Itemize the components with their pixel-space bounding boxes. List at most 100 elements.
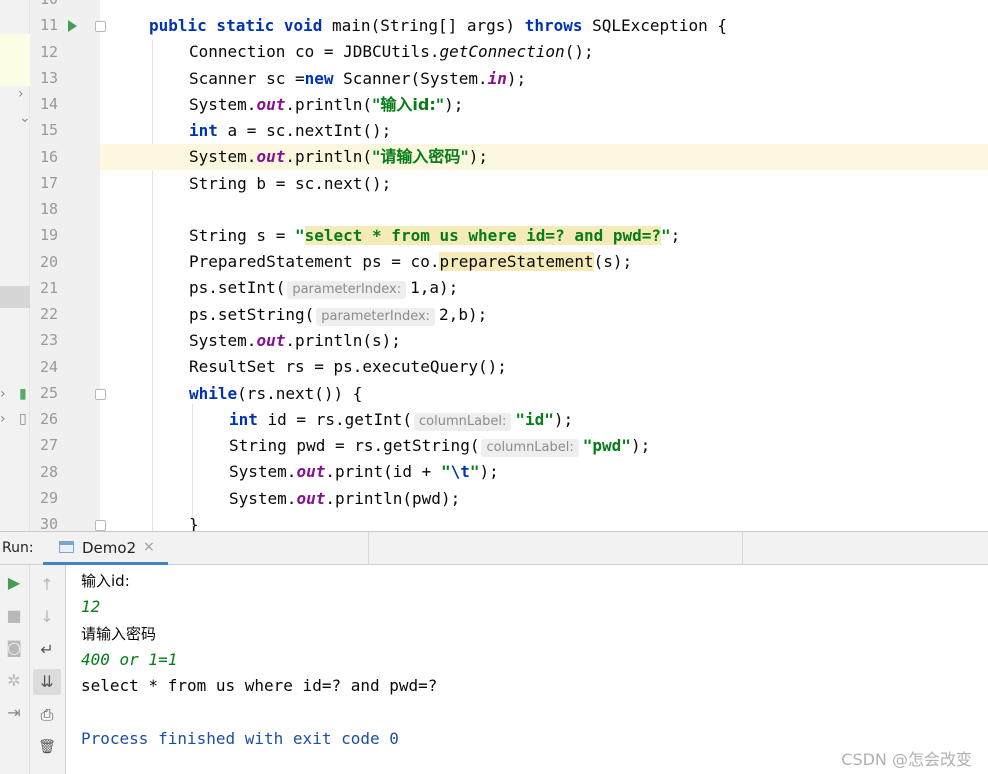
gutter-row[interactable]: 19 [30,223,100,249]
line-number: 13 [39,68,58,87]
gutter-row[interactable]: 27 [30,433,100,459]
line-number: 30 [39,515,58,531]
gutter-row[interactable]: 30 [30,512,106,531]
strip-selection [0,286,30,308]
arrow-up-icon[interactable]: ↑ [36,575,58,595]
code-line-22[interactable]: ps.setString(parameterIndex: 2,b); [100,302,988,328]
code-line-26[interactable]: int id = rs.getInt(columnLabel: "id"); [100,407,988,433]
console-line: 输入id: [81,572,130,590]
code-line-20[interactable]: PreparedStatement ps = co.prepareStateme… [100,249,988,275]
arrow-down-icon[interactable]: ↓ [36,607,58,627]
line-number: 22 [39,305,58,323]
code-line-28[interactable]: System.out.print(id + "\t"); [100,459,988,485]
console-icon [59,541,74,553]
console-line: select * from us where id=? and pwd=? [81,676,438,695]
line-number: 29 [39,488,58,507]
exit-icon[interactable]: ⇥ [4,703,24,723]
tab-label: Demo2 [82,539,137,557]
code-line-13[interactable]: Scanner sc =new Scanner(System.in); [100,66,988,92]
strip-highlight [0,34,30,86]
parameter-hint: parameterIndex: [287,281,407,299]
code-line-21[interactable]: ps.setInt(parameterIndex: 1,a); [100,275,988,301]
line-number: 25 [39,383,58,402]
code-line-24[interactable]: ResultSet rs = ps.executeQuery(); [100,354,988,380]
code-line-29[interactable]: System.out.println(pwd); [100,486,988,512]
line-number: 10 [34,0,58,8]
line-number: 14 [39,95,58,113]
line-number: 24 [39,357,58,376]
code-line-17[interactable]: String b = sc.next(); [100,171,988,197]
trash-icon[interactable]: 🗑 [36,737,58,757]
line-number: 28 [39,462,58,481]
run-toolbar-secondary: ↑ ↓ ↵ ⇊ ⎙ 🗑 [30,565,66,774]
chevron-down-icon[interactable]: ⌄ [19,110,31,126]
code-editor[interactable]: › ⌄ › ▮ › ▯ 10 11 12 13 14 15 16 17 18 19 20 21 22 23… [0,0,988,531]
code-line-11[interactable]: public static void main(String[] args) t… [100,13,988,39]
console-output[interactable]: 输入id: 12 请输入密码 400 or 1=1 select * from … [66,565,988,774]
line-number: 19 [39,226,58,245]
rerun-icon[interactable]: ▶ [4,573,24,593]
line-number: 15 [39,121,58,140]
line-number: 16 [39,147,58,166]
camera-icon[interactable]: ◙ [4,638,24,658]
gutter-row[interactable]: 20 [30,250,100,276]
console-line: 请输入密码 [81,625,157,643]
run-label: Run: [2,540,34,556]
stop-icon[interactable]: ■ [4,606,24,626]
run-gutter-icon[interactable] [68,20,77,33]
line-number: 20 [39,252,58,271]
expand-arrow-icon-2[interactable]: › [0,411,6,427]
code-line-12[interactable]: Connection co = JDBCUtils.getConnection(… [100,39,988,65]
gutter-row[interactable]: 11 [30,13,106,39]
scroll-to-end-icon[interactable]: ⇊ [33,669,61,695]
gutter-row[interactable]: 22 [30,302,100,328]
header-divider [368,532,369,565]
gutter-row[interactable]: 17 [30,171,100,197]
list-icon: ▯ [19,411,27,427]
gutter-row[interactable]: 28 [30,460,100,486]
gutter-row[interactable]: 29 [30,486,100,512]
gutter-row[interactable]: 25 [30,381,106,407]
close-icon[interactable]: × [143,539,155,555]
gutter-row[interactable]: 18 [30,197,100,223]
header-divider [742,532,743,565]
watermark: CSDN @怎会改变 [841,750,972,769]
line-number: 26 [39,410,58,428]
soft-wrap-icon[interactable]: ↵ [36,640,58,660]
code-area[interactable]: public static void main(String[] args) t… [100,0,988,531]
code-line-27[interactable]: String pwd = rs.getString(columnLabel: "p… [100,433,988,459]
tab-demo2[interactable]: Demo2 × [43,532,168,565]
line-number: 17 [39,173,58,192]
gutter-row[interactable]: 14 [30,92,100,118]
line-number: 23 [39,331,58,350]
gutter-row[interactable]: 23 [30,328,100,354]
print-icon[interactable]: ⎙ [36,705,58,725]
code-line-23[interactable]: System.out.println(s); [100,328,988,354]
line-number: 27 [39,436,58,455]
line-number: 18 [39,200,58,218]
code-line-19[interactable]: String s = "select * from us where id=? … [100,223,988,249]
gutter-row[interactable]: 15 [30,118,100,144]
console-line-user-input: 12 [81,597,101,616]
gutter-row[interactable]: 13 [30,66,100,92]
gutter-row[interactable]: 26 [30,407,100,433]
parameter-hint: columnLabel: [481,439,579,457]
code-line-16-current[interactable]: System.out.println("请输入密码"); [100,144,988,170]
line-number: 11 [39,16,58,35]
parameter-hint: parameterIndex: [316,308,436,326]
gutter-row[interactable]: 12 [30,40,100,66]
gutter-row[interactable]: 21 [30,276,100,302]
bug-icon[interactable]: ✲ [4,671,24,691]
code-line-25[interactable]: while(rs.next()) { [100,381,988,407]
gutter-row[interactable]: 10 [30,0,100,13]
run-toolbar-primary: ▶ ■ ◙ ✲ ⇥ [0,565,30,774]
expand-arrow-icon[interactable]: › [0,386,6,402]
code-line-30[interactable]: } [100,512,988,531]
line-number: 12 [39,42,58,61]
code-line-14[interactable]: System.out.println("输入id:"); [100,92,988,118]
gutter-row[interactable]: 16 [30,145,100,171]
chevron-right-icon[interactable]: › [18,86,24,102]
console-line-user-input: 400 or 1=1 [81,650,178,669]
code-line-15[interactable]: int a = sc.nextInt(); [100,118,988,144]
gutter-row[interactable]: 24 [30,355,100,381]
